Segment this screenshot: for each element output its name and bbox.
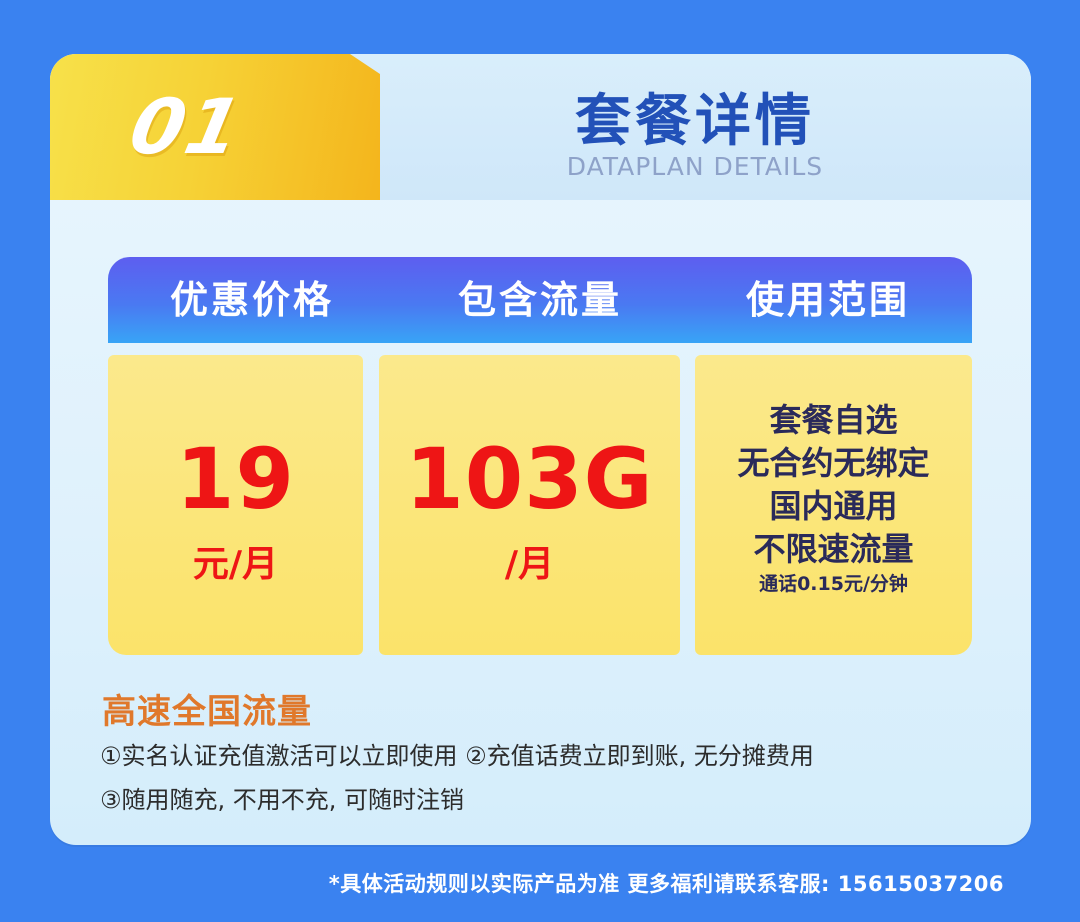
price-cell: 19 元/月 bbox=[108, 355, 363, 655]
page-title: 套餐详情 bbox=[575, 89, 815, 154]
feature-list: 套餐自选 无合约无绑定 国内通用 不限速流量 通话0.15元/分钟 bbox=[695, 399, 972, 597]
note-line: ③随用随充, 不用不充, 可随时注销 bbox=[100, 786, 465, 814]
scope-cell: 套餐自选 无合约无绑定 国内通用 不限速流量 通话0.15元/分钟 bbox=[695, 355, 972, 655]
number-badge: 01 bbox=[50, 54, 380, 200]
header-scope: 使用范围 bbox=[745, 278, 910, 322]
price-unit: 元/月 bbox=[192, 544, 279, 585]
feature-item: 套餐自选 bbox=[769, 401, 898, 439]
plan-card: 01 套餐详情 DATAPLAN DETAILS 优惠价格 包含流量 使用范围 … bbox=[50, 54, 1031, 845]
data-unit: /月 bbox=[504, 544, 555, 585]
section-title: 高速全国流量 bbox=[102, 692, 312, 732]
feature-item: 无合约无绑定 bbox=[737, 444, 930, 482]
data-cell: 103G /月 bbox=[379, 355, 680, 655]
price-value: 19 bbox=[176, 430, 295, 528]
header-data: 包含流量 bbox=[457, 278, 622, 322]
table-header: 优惠价格 包含流量 使用范围 bbox=[108, 257, 972, 343]
data-value: 103G bbox=[405, 430, 654, 528]
note-line: ①实名认证充值激活可以立即使用 ②充值话费立即到账, 无分摊费用 bbox=[100, 742, 814, 770]
page-subtitle: DATAPLAN DETAILS bbox=[566, 152, 824, 181]
badge-number: 01 bbox=[122, 82, 252, 171]
feature-item: 不限速流量 bbox=[753, 530, 914, 568]
call-rate: 通话0.15元/分钟 bbox=[759, 573, 908, 595]
feature-item: 国内通用 bbox=[769, 487, 898, 525]
header-price: 优惠价格 bbox=[169, 278, 334, 322]
footer-disclaimer: *具体活动规则以实际产品为准 更多福利请联系客服: 15615037206 bbox=[328, 872, 1004, 896]
